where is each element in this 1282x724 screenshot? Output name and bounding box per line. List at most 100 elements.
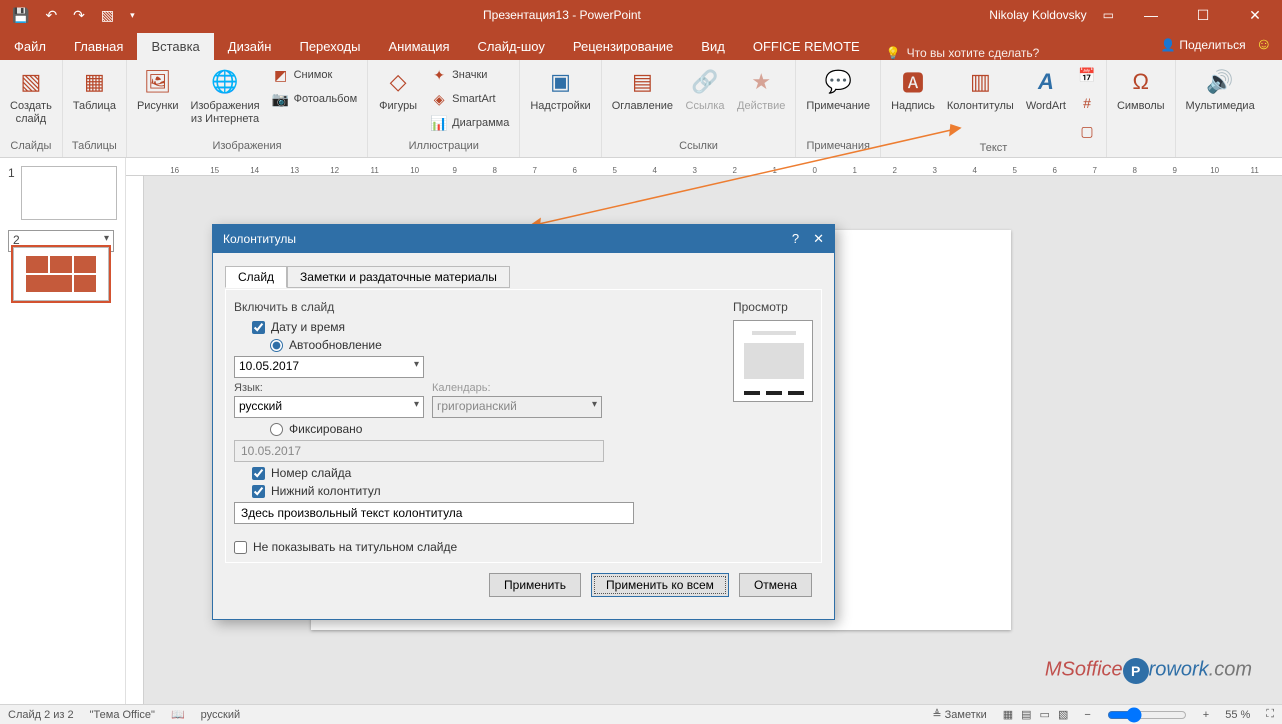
zoom-level[interactable]: 55 %	[1225, 709, 1250, 721]
group-illustrations: Иллюстрации	[376, 140, 511, 155]
hide-on-title-checkbox[interactable]: Не показывать на титульном слайде	[234, 540, 713, 554]
group-text: Текст	[889, 142, 1098, 157]
date-time-button[interactable]: 📅	[1076, 64, 1098, 86]
tab-view[interactable]: Вид	[687, 33, 739, 60]
signin-link[interactable]: 👤Поделиться	[1160, 38, 1245, 52]
footer-text-input[interactable]	[234, 502, 634, 524]
tab-slide[interactable]: Слайд	[225, 266, 287, 288]
tab-notes-handouts[interactable]: Заметки и раздаточные материалы	[287, 266, 510, 288]
thumbnail-1[interactable]: 1	[8, 166, 117, 220]
fit-to-window-icon[interactable]: ⛶	[1266, 708, 1274, 721]
spell-check-icon[interactable]: 📖	[171, 708, 185, 721]
tab-insert[interactable]: Вставка	[137, 33, 213, 60]
language-select[interactable]: русский	[234, 396, 424, 418]
dialog-titlebar[interactable]: Колонтитулы ?✕	[213, 225, 834, 253]
sorter-view-icon[interactable]: ▤	[1021, 708, 1031, 721]
wordart-icon: A	[1030, 66, 1062, 98]
symbols-button[interactable]: ΩСимволы	[1115, 64, 1167, 115]
chart-icon: 📊	[430, 114, 448, 132]
link-button[interactable]: 🔗Ссылка	[683, 64, 727, 115]
redo-icon[interactable]: ↷	[73, 7, 85, 24]
smartart-button[interactable]: ◈SmartArt	[428, 88, 511, 110]
chart-button[interactable]: 📊Диаграмма	[428, 112, 511, 134]
reading-view-icon[interactable]: ▭	[1040, 708, 1050, 721]
zoom-in-icon[interactable]: +	[1203, 709, 1209, 721]
comment-button[interactable]: 💬Примечание	[804, 64, 872, 115]
fixed-date-input[interactable]	[234, 440, 604, 462]
start-from-beginning-icon[interactable]: ▧	[101, 7, 114, 24]
preview-label: Просмотр	[733, 300, 813, 314]
tell-me-search[interactable]: 💡 Что вы хотите сделать?	[886, 46, 1040, 60]
preview-box	[733, 320, 813, 402]
fixed-radio[interactable]: Фиксировано	[270, 422, 713, 436]
online-pictures-button[interactable]: 🌐Изображения из Интернета	[188, 64, 261, 127]
action-button[interactable]: ★Действие	[735, 64, 787, 115]
dialog-close-icon[interactable]: ✕	[813, 231, 824, 247]
icons-button[interactable]: ✦Значки	[428, 64, 511, 86]
textbox-icon: 🅰	[897, 66, 929, 98]
datetime-checkbox[interactable]: Дату и время	[252, 320, 713, 334]
header-footer-button[interactable]: ▥Колонтитулы	[945, 64, 1016, 115]
tab-home[interactable]: Главная	[60, 33, 137, 60]
photo-album-button[interactable]: 📷Фотоальбом	[270, 88, 360, 110]
tab-slideshow[interactable]: Слайд-шоу	[464, 33, 559, 60]
slideshow-view-icon[interactable]: ▧	[1058, 708, 1068, 721]
maximize-button[interactable]: ☐	[1188, 7, 1218, 24]
apply-button[interactable]: Применить	[489, 573, 581, 597]
quick-access-toolbar: 💾 ↶ ↷ ▧ ▾	[0, 7, 135, 24]
slide-thumbnail-panel[interactable]: 1 2	[0, 158, 126, 704]
screenshot-icon: ◩	[272, 66, 290, 84]
tab-office-remote[interactable]: OFFICE REMOTE	[739, 33, 874, 60]
pictures-button[interactable]: 🖼Рисунки	[135, 64, 181, 115]
date-format-select[interactable]: 10.05.2017	[234, 356, 424, 378]
screenshot-button[interactable]: ◩Снимок	[270, 64, 360, 86]
slide-number-checkbox[interactable]: Номер слайда	[252, 466, 713, 480]
wordart-button[interactable]: AWordArt	[1024, 64, 1068, 115]
ribbon-options-icon[interactable]: ▭	[1103, 8, 1114, 22]
tab-review[interactable]: Рецензирование	[559, 33, 687, 60]
apply-all-button[interactable]: Применить ко всем	[591, 573, 729, 597]
slide-number-button[interactable]: #	[1076, 92, 1098, 114]
group-slides: Слайды	[8, 140, 54, 155]
comment-icon: 💬	[822, 66, 854, 98]
cancel-button[interactable]: Отмена	[739, 573, 812, 597]
photo-album-icon: 📷	[272, 90, 290, 108]
user-icon: 👤	[1160, 38, 1175, 52]
theme-name[interactable]: "Тема Office"	[90, 709, 155, 721]
calendar-select[interactable]: григорианский	[432, 396, 602, 418]
normal-view-icon[interactable]: ▦	[1003, 708, 1013, 721]
close-button[interactable]: ✕	[1240, 7, 1270, 24]
dialog-help-icon[interactable]: ?	[792, 231, 799, 247]
feedback-icon[interactable]: ☺	[1256, 36, 1272, 54]
zoom-slider[interactable]	[1107, 707, 1187, 723]
zoom-out-icon[interactable]: −	[1084, 709, 1090, 721]
shapes-button[interactable]: ◇Фигуры	[376, 64, 420, 115]
tab-animation[interactable]: Анимация	[374, 33, 463, 60]
new-slide-button[interactable]: ▧Создать слайд	[8, 64, 54, 127]
titlebar: 💾 ↶ ↷ ▧ ▾ Презентация13 - PowerPoint Nik…	[0, 0, 1282, 30]
media-button[interactable]: 🔊Мультимедиа	[1184, 64, 1257, 115]
tab-transitions[interactable]: Переходы	[285, 33, 374, 60]
addins-button[interactable]: ▣Надстройки	[528, 64, 592, 115]
tab-design[interactable]: Дизайн	[214, 33, 286, 60]
slide-count[interactable]: Слайд 2 из 2	[8, 709, 74, 721]
lightbulb-icon: 💡	[886, 46, 901, 60]
undo-icon[interactable]: ↶	[45, 7, 57, 24]
save-icon[interactable]: 💾	[12, 7, 29, 24]
footer-checkbox[interactable]: Нижний колонтитул	[252, 484, 713, 498]
horizontal-ruler[interactable]: 1615141312111098765432101234567891011121…	[126, 158, 1282, 176]
user-name[interactable]: Nikolay Koldovsky	[989, 8, 1086, 22]
ribbon-tabs: Файл Главная Вставка Дизайн Переходы Ани…	[0, 30, 1282, 60]
icons-icon: ✦	[430, 66, 448, 84]
autoupdate-radio[interactable]: Автообновление	[270, 338, 713, 352]
tab-file[interactable]: Файл	[0, 33, 60, 60]
minimize-button[interactable]: —	[1136, 7, 1166, 23]
notes-button[interactable]: ≜ Заметки	[932, 708, 986, 721]
toc-button[interactable]: ▤Оглавление	[610, 64, 675, 115]
table-button[interactable]: ▦Таблица	[71, 64, 118, 115]
object-button[interactable]: ▢	[1076, 120, 1098, 142]
include-label: Включить в слайд	[234, 300, 713, 314]
textbox-button[interactable]: 🅰Надпись	[889, 64, 937, 115]
thumbnail-2[interactable]: 2	[8, 230, 114, 252]
language-status[interactable]: русский	[201, 709, 240, 721]
